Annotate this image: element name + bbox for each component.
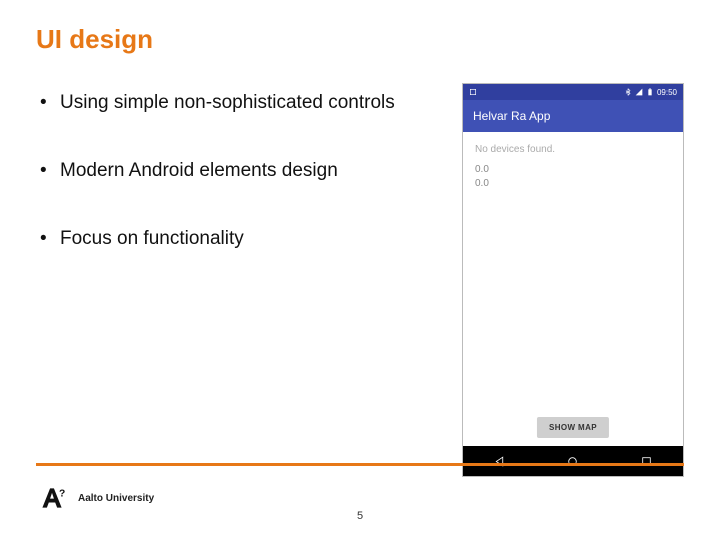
statusbar-time: 09:50 [657,88,677,97]
show-map-button[interactable]: SHOW MAP [537,417,609,438]
bullet-item: Focus on functionality [36,227,444,251]
readout-value-2: 0.0 [475,177,671,191]
footer: ? Aalto University [36,482,154,514]
bullet-item: Using simple non-sophisticated controls [36,91,444,115]
readout-value-1: 0.0 [475,163,671,177]
university-name: Aalto University [78,493,154,504]
android-navbar [463,446,683,476]
page-number: 5 [357,510,363,522]
footer-rule [36,463,684,466]
svg-text:?: ? [59,489,65,500]
bullet-list: Using simple non-sophisticated controls … [36,83,444,477]
aalto-logo-icon: ? [36,482,68,514]
bluetooth-icon [624,88,632,96]
app-title: Helvar Ra App [473,109,550,123]
signal-icon [635,88,643,96]
battery-icon [646,88,654,96]
notification-icon [469,88,477,96]
slide-title: UI design [36,24,684,55]
android-statusbar: 09:50 [463,84,683,100]
phone-body: No devices found. 0.0 0.0 SHOW MAP [463,132,683,446]
phone-mockup: 09:50 Helvar Ra App No devices found. 0.… [462,83,684,477]
android-appbar: Helvar Ra App [463,100,683,132]
device-status-text: No devices found. [475,144,671,155]
content-row: Using simple non-sophisticated controls … [36,83,684,477]
bullet-item: Modern Android elements design [36,159,444,183]
